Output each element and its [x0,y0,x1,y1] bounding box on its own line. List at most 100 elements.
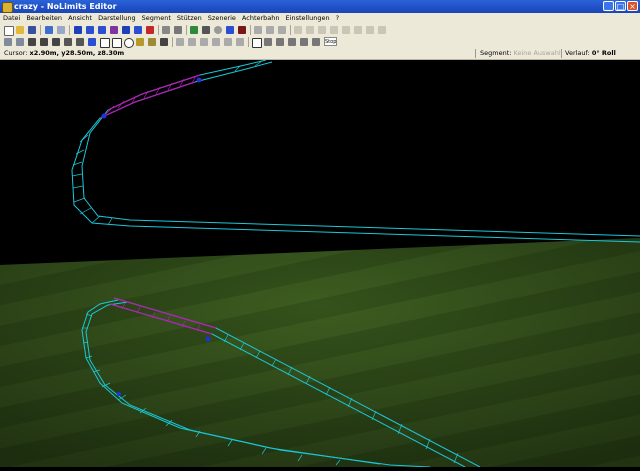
toolbar-separator [250,25,251,35]
toolbar-separator [186,25,187,35]
link-icon[interactable] [64,38,72,46]
sphere-icon[interactable] [214,26,222,34]
minimize-button[interactable]: _ [603,1,614,11]
menu-datei[interactable]: Datei [0,13,23,24]
fit-icon[interactable] [236,38,244,46]
move-y-icon[interactable] [288,38,296,46]
bank-icon[interactable] [134,26,142,34]
lower-node[interactable] [117,392,121,396]
menu-darstellung[interactable]: Darstellung [95,13,139,24]
close-button[interactable]: × [627,1,638,11]
move-icon[interactable] [264,38,272,46]
verlauf-value: 0° Roll [591,49,616,57]
align-icon[interactable] [342,26,350,34]
status-bar: Cursor: x2.90m, y28.50m, z8.30m Segment:… [0,48,640,60]
rotate-icon[interactable] [212,38,220,46]
yaw-icon[interactable] [330,26,338,34]
open-folder-icon[interactable] [16,26,24,34]
status-divider [561,49,562,58]
menu-segment[interactable]: Segment [139,13,174,24]
grid-icon[interactable] [202,26,210,34]
app-icon [2,2,13,13]
bend-icon[interactable] [294,26,302,34]
brake-icon[interactable] [136,38,144,46]
3d-viewport[interactable] [0,59,640,468]
record-icon[interactable] [238,26,246,34]
cursor-readout: Cursor: x2.90m, y28.50m, z8.30m [4,48,124,59]
terrain-icon[interactable] [190,26,198,34]
verlauf-readout: Verlauf: 0° Roll [565,48,616,59]
redo-icon[interactable] [57,26,65,34]
move-x-icon[interactable] [276,38,284,46]
track-scene[interactable] [0,59,640,468]
toolbar-separator [40,25,41,35]
menu-bearbeiten[interactable]: Bearbeiten [23,13,65,24]
loop-icon[interactable] [110,26,118,34]
menu-stuetzen[interactable]: Stützen [174,13,205,24]
toolbar-separator [158,25,159,35]
toolbar-separator [248,37,249,47]
menu-szenerie[interactable]: Szenerie [205,13,239,24]
add-node-icon[interactable] [4,38,12,46]
straighten-icon[interactable] [354,26,362,34]
join-icon[interactable] [40,38,48,46]
rotate-node-icon[interactable] [312,38,320,46]
segment-value: Keine Auswahl [513,49,561,57]
verlauf-label: Verlauf: [565,49,590,57]
move-z-icon[interactable] [300,38,308,46]
arrow-left-right-icon[interactable] [162,26,170,34]
flatten-icon[interactable] [174,26,182,34]
footer-icon[interactable] [112,38,122,48]
maximize-button[interactable]: □ [615,1,626,11]
split-icon[interactable] [28,38,36,46]
select-pointer-icon[interactable] [252,38,262,48]
upper-node[interactable] [101,113,107,119]
menu-ansicht[interactable]: Ansicht [65,13,95,24]
hill-icon[interactable] [122,26,130,34]
menu-achterbahn[interactable]: Achterbahn [239,13,283,24]
menu-bar: Datei Bearbeiten Ansicht Darstellung Segment… [0,13,640,24]
delete-node-icon[interactable] [52,38,60,46]
lock-icon[interactable] [378,26,386,34]
undo-icon[interactable] [45,26,53,34]
orbit-icon[interactable] [224,38,232,46]
dip-track-icon[interactable] [98,26,106,34]
menu-einstellungen[interactable]: Einstellungen [283,13,333,24]
roll-icon[interactable] [306,26,314,34]
station-icon[interactable] [160,38,168,46]
segment-label: Segment: [480,49,512,57]
menu-help[interactable]: ? [333,13,342,24]
upper-node[interactable] [196,77,202,83]
coaster-icon[interactable] [146,26,154,34]
title-bar: crazy - NoLimits Editor _ □ × [0,0,640,13]
view-front-icon[interactable] [254,26,262,34]
status-divider [475,49,476,58]
triangle-icon[interactable] [226,26,234,34]
view-top-icon[interactable] [266,26,274,34]
zoom-icon[interactable] [200,38,208,46]
ground-shading [0,238,640,467]
stop-button[interactable]: Stop [324,37,337,46]
segment-readout: Segment: Keine Auswahl [480,48,561,59]
insert-node-icon[interactable] [16,38,24,46]
smooth-icon[interactable] [366,26,374,34]
vertical-track-icon[interactable] [74,26,82,34]
wave-track-icon[interactable] [86,26,94,34]
toolbar-separator [69,25,70,35]
camera-icon[interactable] [176,38,184,46]
transport-icon[interactable] [148,38,156,46]
free-node-icon[interactable] [124,38,134,48]
support-icon[interactable] [100,38,110,48]
track-type-icon[interactable] [88,38,96,46]
toolbar-separator [290,25,291,35]
cursor-label: Cursor: [4,49,28,57]
window-title: crazy - NoLimits Editor [14,2,117,11]
save-icon[interactable] [28,26,36,34]
lower-node[interactable] [205,336,211,342]
cursor-value: x2.90m, y28.50m, z8.30m [29,49,125,57]
view-side-icon[interactable] [278,26,286,34]
new-file-icon[interactable] [4,26,14,36]
chain-icon[interactable] [76,38,84,46]
pitch-icon[interactable] [318,26,326,34]
pan-icon[interactable] [188,38,196,46]
